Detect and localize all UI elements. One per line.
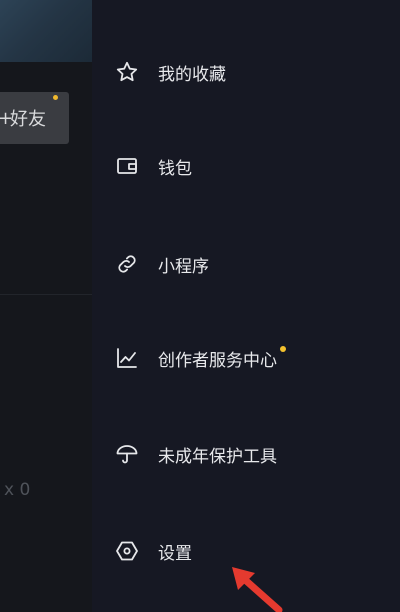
menu-item-label: 设置 xyxy=(158,543,192,564)
menu-item-settings[interactable]: 设置 xyxy=(114,531,384,571)
menu-item-favorites[interactable]: 我的收藏 xyxy=(114,52,384,92)
add-friend-label: 好友 xyxy=(10,109,46,130)
link-icon xyxy=(114,251,140,277)
screen: + 好友 x 0 我的收藏 钱包 小程序 创作者服务中心 未成年保护工具 设置 xyxy=(0,0,400,612)
profile-banner xyxy=(0,0,92,62)
notification-dot xyxy=(280,346,286,352)
follow-count: x 0 xyxy=(4,480,31,500)
menu-item-label: 钱包 xyxy=(158,158,192,179)
trend-chart-icon xyxy=(114,345,140,371)
hexagon-settings-icon xyxy=(114,538,140,564)
menu-item-creator-center[interactable]: 创作者服务中心 xyxy=(114,338,384,378)
menu-item-mini-programs[interactable]: 小程序 xyxy=(114,244,384,284)
menu-item-label: 创作者服务中心 xyxy=(158,350,277,371)
menu-item-label: 小程序 xyxy=(158,256,209,277)
divider xyxy=(0,294,92,295)
add-friend-button[interactable]: + 好友 xyxy=(0,92,69,144)
background-page: + 好友 x 0 xyxy=(0,0,92,612)
star-icon xyxy=(114,59,140,85)
menu-item-label: 我的收藏 xyxy=(158,64,226,85)
plus-icon: + xyxy=(0,107,14,129)
menu-item-wallet[interactable]: 钱包 xyxy=(114,146,384,186)
notification-dot xyxy=(53,95,58,100)
wallet-icon xyxy=(114,153,140,179)
menu-item-minor-protection[interactable]: 未成年保护工具 xyxy=(114,434,384,474)
menu-item-label: 未成年保护工具 xyxy=(158,446,277,467)
side-drawer: 我的收藏 钱包 小程序 创作者服务中心 未成年保护工具 设置 xyxy=(92,0,400,612)
umbrella-icon xyxy=(114,441,140,467)
